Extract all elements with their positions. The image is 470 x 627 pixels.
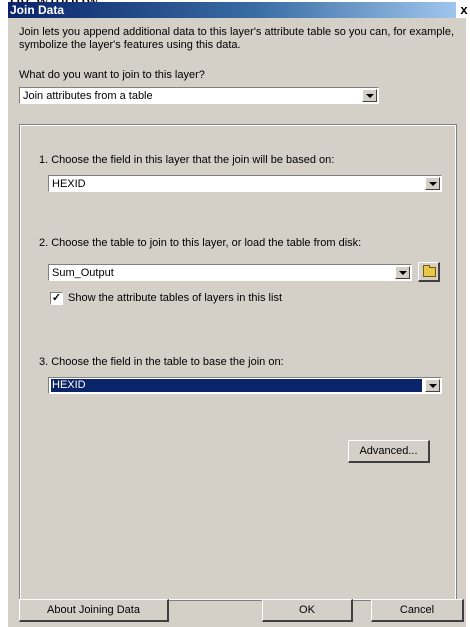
ok-button[interactable]: OK bbox=[262, 599, 353, 622]
window-title: Join Data bbox=[10, 3, 65, 17]
chevron-down-icon[interactable] bbox=[425, 379, 440, 392]
layer-field-dropdown[interactable]: HEXID bbox=[48, 175, 442, 192]
chevron-down-icon[interactable] bbox=[395, 266, 410, 279]
join-type-value: Join attributes from a table bbox=[23, 90, 153, 102]
cancel-button[interactable]: Cancel bbox=[371, 599, 464, 622]
advanced-button[interactable]: Advanced... bbox=[348, 440, 430, 463]
chevron-down-icon[interactable] bbox=[425, 177, 440, 190]
description-text: Join lets you append additional data to … bbox=[19, 26, 455, 51]
table-field-dropdown[interactable]: HEXID bbox=[48, 377, 442, 394]
join-data-dialog: Join lets you append additional data to … bbox=[8, 18, 466, 627]
join-table-value: Sum_Output bbox=[52, 267, 114, 279]
about-joining-data-button[interactable]: About Joining Data bbox=[19, 599, 169, 622]
chevron-down-icon[interactable] bbox=[362, 89, 377, 102]
title-bar[interactable]: Join Data x bbox=[8, 2, 470, 18]
close-icon[interactable]: x bbox=[456, 2, 470, 18]
step3-label: 3. Choose the field in the table to base… bbox=[39, 356, 284, 368]
join-table-dropdown[interactable]: Sum_Output bbox=[48, 264, 412, 281]
step1-label: 1. Choose the field in this layer that t… bbox=[39, 154, 335, 166]
show-attr-tables-label: Show the attribute tables of layers in t… bbox=[68, 292, 282, 304]
step2-label: 2. Choose the table to join to this laye… bbox=[39, 237, 362, 249]
show-attr-tables-checkbox[interactable]: ✓ bbox=[50, 292, 63, 305]
join-question-label: What do you want to join to this layer? bbox=[19, 69, 205, 81]
open-folder-icon bbox=[423, 265, 436, 277]
table-field-value: HEXID bbox=[51, 379, 422, 392]
join-type-dropdown[interactable]: Join attributes from a table bbox=[19, 87, 379, 104]
layer-field-value: HEXID bbox=[52, 178, 86, 190]
browse-table-button[interactable] bbox=[418, 262, 440, 282]
